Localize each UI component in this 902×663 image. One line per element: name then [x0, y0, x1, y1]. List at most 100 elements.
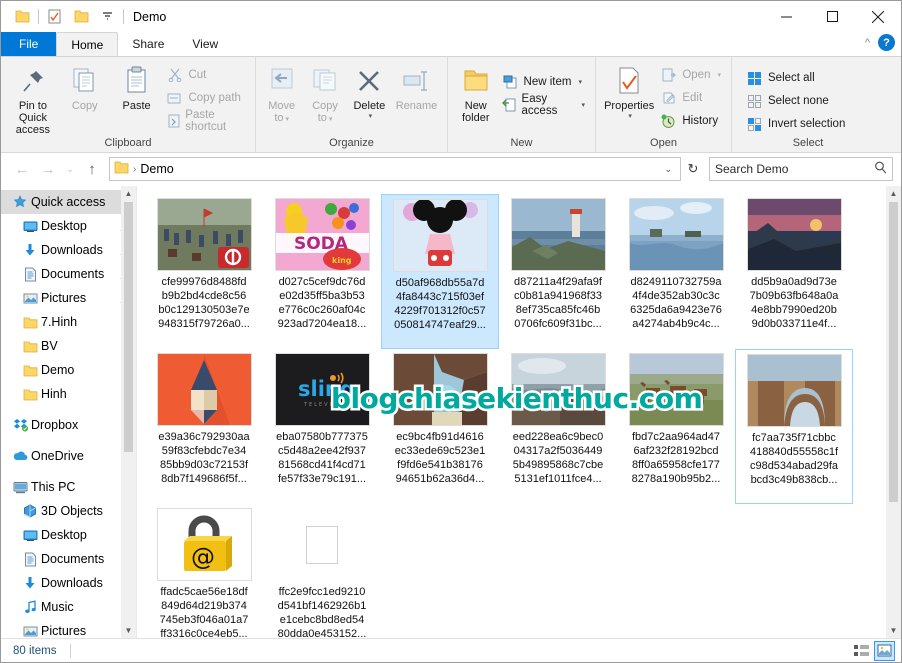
refresh-button[interactable]: ↻ — [681, 156, 705, 182]
collapse-ribbon-icon[interactable]: ^ — [865, 37, 870, 49]
edit-button[interactable]: Edit — [656, 87, 725, 109]
large-icons-view-button[interactable] — [874, 640, 895, 661]
new-folder-label: New folder — [462, 100, 490, 124]
open-icon — [660, 67, 677, 84]
sidebar-scrollbar[interactable]: ▲ ▼ — [121, 186, 136, 638]
new-folder-button[interactable]: New folder — [454, 61, 498, 124]
help-button[interactable]: ? — [878, 34, 895, 51]
sidebar-item-pictures[interactable]: Pictures — [1, 619, 136, 638]
file-tile[interactable]: cfe99976d8488fd b9b2bd4cde8c56 b0c129130… — [145, 194, 263, 349]
address-dropdown-icon[interactable]: ⌄ — [660, 164, 676, 175]
folder-icon[interactable] — [9, 5, 35, 29]
file-tile[interactable]: d8249110732759a 4f4de352ab30c3c 6325da6a… — [617, 194, 735, 349]
history-button[interactable]: History — [656, 110, 725, 132]
select-none-icon — [746, 93, 763, 110]
file-tile[interactable]: eed228ea6c9bec0 04317a2f5036449 5b498958… — [499, 349, 617, 504]
file-tile[interactable]: @ ffadc5cae56e18df 849d64d219b374 745eb3f… — [145, 504, 263, 638]
new-item-button[interactable]: New item ▾ — [498, 71, 589, 93]
sidebar-item-demo[interactable]: Demo — [1, 358, 136, 382]
address-input[interactable]: › Demo ⌄ — [109, 157, 681, 181]
sidebar-item-pictures[interactable]: Pictures📌 — [1, 286, 136, 310]
file-explorer-window: Demo File Home Share View ^ ? Pin to Qui… — [0, 0, 902, 663]
details-view-button[interactable] — [851, 641, 872, 661]
sidebar-item-downloads[interactable]: Downloads📌 — [1, 238, 136, 262]
search-box[interactable]: Search Demo — [709, 157, 893, 181]
file-list-scrollbar[interactable]: ▲ ▼ — [886, 186, 901, 638]
breadcrumb-path[interactable]: Demo — [140, 162, 173, 176]
file-tile[interactable]: d87211a4f29afa9f c0b81a941968f33 8ef735c… — [499, 194, 617, 349]
tab-home[interactable]: Home — [56, 32, 119, 56]
invert-selection-button[interactable]: Invert selection — [742, 113, 849, 135]
move-to-button[interactable]: Move to ▾ — [260, 61, 303, 126]
sidebar-item-music[interactable]: Music — [1, 595, 136, 619]
easy-access-caret-icon[interactable]: ▾ — [581, 101, 585, 109]
delete-caret-icon[interactable]: ▾ — [369, 112, 373, 120]
new-item-caret-icon[interactable]: ▾ — [578, 78, 582, 86]
select-none-button[interactable]: Select none — [742, 90, 849, 112]
file-tile[interactable]: dd5b9a0ad9d73e 7b09b63fb648a0a 4e8bb7990… — [735, 194, 853, 349]
new-item-icon — [502, 74, 519, 91]
copy-button[interactable]: Copy — [59, 61, 111, 112]
file-tile[interactable]: fbd7c2aa964ad47 6af232f28192bcd 8ff0a659… — [617, 349, 735, 504]
tab-view[interactable]: View — [178, 32, 232, 56]
back-button[interactable]: ← — [9, 156, 35, 182]
up-button[interactable]: ↑ — [79, 156, 105, 182]
sidebar-item-onedrive[interactable]: OneDrive — [1, 444, 136, 468]
sidebar-item-downloads[interactable]: Downloads — [1, 571, 136, 595]
properties-caret-icon[interactable]: ▾ — [628, 112, 632, 120]
scroll-down-arrow-icon[interactable]: ▼ — [886, 623, 901, 638]
sidebar-item-desktop[interactable]: Desktop📌 — [1, 214, 136, 238]
properties-checklist-icon[interactable] — [42, 5, 68, 29]
recent-locations-button[interactable]: ⌄ — [61, 156, 79, 182]
file-tile[interactable]: d50af968db55a7d 4fa8443c715f03ef 4229f70… — [381, 194, 499, 349]
rename-button[interactable]: Rename — [392, 61, 441, 112]
copy-path-button[interactable]: Copy path — [162, 87, 249, 109]
sidebar-item-label: BV — [41, 339, 58, 353]
file-tile[interactable]: fc7aa735f71cbbc 418840d55558c1f c98d534a… — [735, 349, 853, 504]
paste-shortcut-button[interactable]: Paste shortcut — [162, 109, 249, 133]
open-caret-icon[interactable]: ▾ — [717, 71, 721, 79]
scroll-up-arrow-icon[interactable]: ▲ — [121, 186, 136, 201]
scroll-down-arrow-icon[interactable]: ▼ — [121, 623, 136, 638]
sidebar-item-dropbox[interactable]: Dropbox — [1, 413, 136, 437]
sidebar-item-desktop[interactable]: Desktop — [1, 523, 136, 547]
file-tile[interactable]: ec9bc4fb91d4616 ec33ede69c523e1 f9fd6e54… — [381, 349, 499, 504]
maximize-button[interactable] — [809, 1, 855, 32]
properties-button[interactable]: Properties ▾ — [602, 61, 656, 120]
history-icon — [660, 113, 677, 130]
file-tile[interactable]: ffc2e9fcc1ed9210 d541bf1462926b1 e1cebc8… — [263, 504, 381, 638]
paste-button[interactable]: Paste — [111, 61, 163, 112]
copy-to-button[interactable]: Copy to ▾ — [303, 61, 346, 126]
svg-text:king: king — [332, 256, 352, 265]
qat-dropdown-caret-icon[interactable] — [94, 5, 120, 29]
minimize-button[interactable] — [763, 1, 809, 32]
sidebar-item-hinh[interactable]: Hinh — [1, 382, 136, 406]
pin-to-quick-access-button[interactable]: Pin to Quick access — [7, 61, 59, 136]
sidebar-item-bv[interactable]: BV — [1, 334, 136, 358]
search-input[interactable]: Search Demo — [715, 162, 874, 176]
delete-button[interactable]: Delete ▾ — [347, 61, 392, 120]
tab-file[interactable]: File — [1, 32, 57, 56]
cut-button[interactable]: Cut — [162, 64, 249, 86]
open-button[interactable]: Open ▾ — [656, 64, 725, 86]
file-tile[interactable]: sling TELEVISION eba07580b777375 c5d48a2ee… — [263, 349, 381, 504]
select-all-button[interactable]: Select all — [742, 67, 849, 89]
folder-icon[interactable] — [68, 5, 94, 29]
sidebar-item-3d-objects[interactable]: 3D Objects — [1, 499, 136, 523]
file-tile[interactable]: SODA king d027c5cef9dc76d e02d35ff5ba3b53 … — [263, 194, 381, 349]
sidebar-item-quick-access[interactable]: Quick access — [1, 190, 136, 214]
easy-access-button[interactable]: Easy access ▾ — [498, 93, 589, 117]
sidebar-item-7-hinh[interactable]: 7.Hinh — [1, 310, 136, 334]
sidebar-scroll-thumb[interactable] — [124, 202, 133, 452]
file-tile[interactable]: e39a36c792930aa 59f83cfebdc7e34 85bb9d03… — [145, 349, 263, 504]
sidebar-item-this-pc[interactable]: This PC — [1, 475, 136, 499]
close-button[interactable] — [855, 1, 901, 32]
file-list-view[interactable]: cfe99976d8488fd b9b2bd4cde8c56 b0c129130… — [137, 186, 901, 638]
tab-share[interactable]: Share — [118, 32, 178, 56]
sidebar-item-documents[interactable]: Documents — [1, 547, 136, 571]
sidebar-item-documents[interactable]: Documents📌 — [1, 262, 136, 286]
file-list-scroll-thumb[interactable] — [889, 202, 898, 502]
scroll-up-arrow-icon[interactable]: ▲ — [886, 186, 901, 201]
forward-button[interactable]: → — [35, 156, 61, 182]
file-name-label: eba07580b777375 c5d48a2ee42f937 81568cd4… — [276, 431, 368, 485]
